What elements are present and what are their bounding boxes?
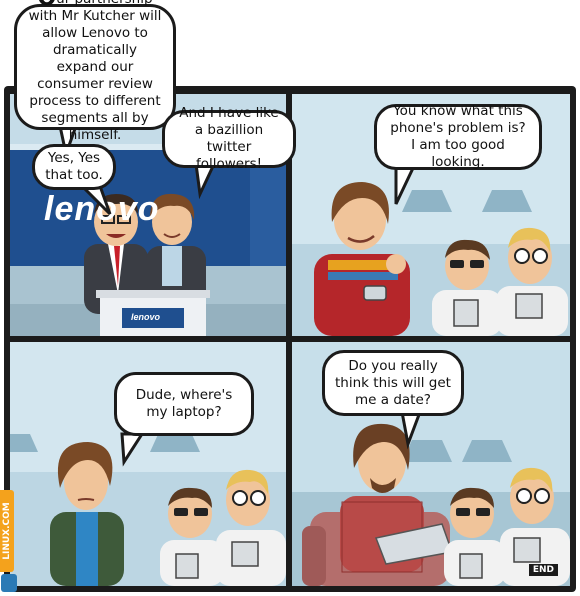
bubble-text: ur partnership with Mr Kutcher will allo…: [28, 0, 162, 143]
bubble-text: You know what this phone's problem is? I…: [390, 103, 526, 170]
speech-bubble-date: Do you really think this will get me a d…: [322, 350, 464, 416]
linux-com-logo-icon: [1, 574, 17, 592]
bubble-text: Do you really think this will get me a d…: [335, 357, 451, 408]
linux-com-badge: LINUX.COM: [0, 490, 14, 572]
speech-bubble-laptop: Dude, where's my laptop?: [114, 372, 254, 436]
comic-strip: lenovo lenovo END with Mr Kutcher will a…: [0, 0, 580, 596]
speech-bubble-phone: You know what this phone's problem is? I…: [374, 103, 542, 170]
bubble-text: Yes, Yes that too.: [45, 150, 103, 183]
bubble-text: And I have like a bazillion twitter foll…: [179, 105, 279, 172]
speech-bubble-yes: Yes, Yes that too.: [32, 144, 116, 190]
speech-bubble-executive: Our partnership with Mr Kutcher will all…: [14, 0, 176, 143]
bubble-text: Dude, where's my laptop?: [135, 387, 233, 420]
badge-text: LINUX.COM: [2, 502, 12, 560]
speech-bubble-followers: And I have like a bazillion twitter foll…: [162, 105, 296, 172]
end-label: END: [528, 564, 558, 576]
